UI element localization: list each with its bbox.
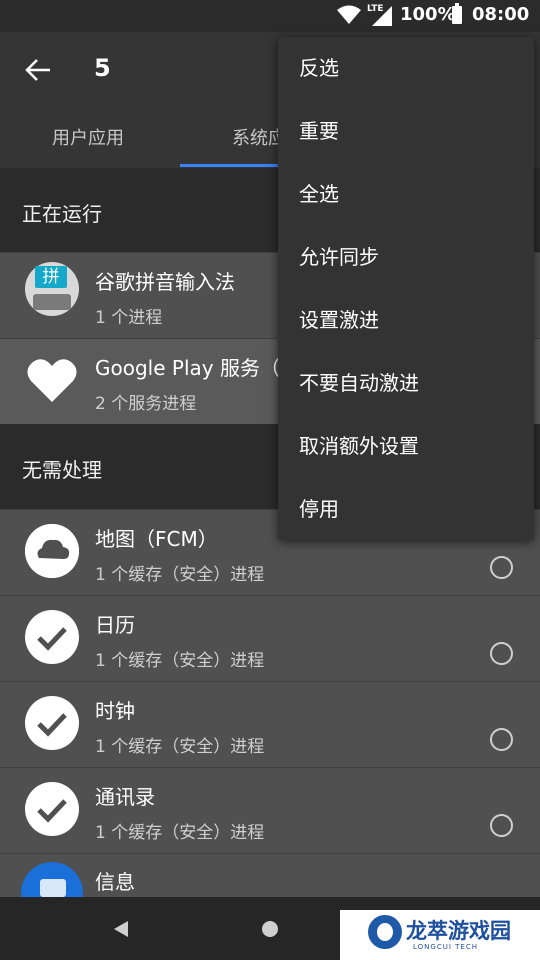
section-title-no-action: 无需处理 bbox=[22, 458, 102, 482]
menu-item-select-all[interactable]: 全选 bbox=[278, 163, 534, 226]
menu-item-disable[interactable]: 停用 bbox=[278, 478, 534, 541]
tab-user-apps[interactable]: 用户应用 bbox=[52, 124, 124, 150]
app-name: Google Play 服务（( bbox=[95, 356, 288, 380]
list-item[interactable] bbox=[0, 767, 540, 853]
clock: 08:00 bbox=[472, 4, 530, 25]
watermark-logo-icon bbox=[368, 915, 402, 949]
message-icon bbox=[21, 862, 83, 897]
app-process-info: 1 个缓存（安全）进程 bbox=[95, 737, 265, 757]
menu-item-invert-selection[interactable]: 反选 bbox=[278, 37, 534, 100]
app-process-info: 1 个进程 bbox=[95, 308, 163, 328]
nav-back-icon[interactable] bbox=[112, 920, 130, 938]
select-radio[interactable] bbox=[490, 556, 513, 579]
select-radio[interactable] bbox=[490, 728, 513, 751]
menu-item-cancel-extra-settings[interactable]: 取消额外设置 bbox=[278, 415, 534, 478]
menu-item-no-auto-aggressive[interactable]: 不要自动激进 bbox=[278, 352, 534, 415]
check-circle-icon bbox=[25, 696, 79, 750]
signal-icon bbox=[372, 6, 392, 26]
pinyin-keyboard-icon: 拼 bbox=[25, 262, 79, 316]
select-radio[interactable] bbox=[490, 814, 513, 837]
tab-indicator bbox=[180, 164, 280, 167]
app-process-info: 1 个缓存（安全）进程 bbox=[95, 651, 265, 671]
list-item[interactable] bbox=[0, 595, 540, 681]
app-name: 时钟 bbox=[95, 699, 135, 723]
select-radio[interactable] bbox=[490, 642, 513, 665]
watermark-subtext: LONGCUI TECH bbox=[413, 943, 478, 951]
page-title: 5 bbox=[94, 54, 111, 82]
app-process-info: 1 个缓存（安全）进程 bbox=[95, 565, 265, 585]
app-name: 谷歌拼音输入法 bbox=[95, 270, 235, 294]
back-arrow-icon[interactable] bbox=[22, 54, 54, 86]
app-name: 信息 bbox=[95, 870, 135, 894]
app-name: 日历 bbox=[95, 613, 135, 637]
app-process-info: 2 个服务进程 bbox=[95, 394, 197, 414]
app-process-info: 1 个缓存（安全）进程 bbox=[95, 823, 265, 843]
battery-icon bbox=[452, 3, 462, 24]
list-item[interactable] bbox=[0, 681, 540, 767]
nav-home-icon[interactable] bbox=[262, 921, 278, 937]
wifi-icon bbox=[337, 5, 361, 24]
menu-item-allow-sync[interactable]: 允许同步 bbox=[278, 226, 534, 289]
cloud-icon bbox=[25, 524, 79, 578]
battery-percent: 100% bbox=[400, 4, 456, 25]
app-name: 通讯录 bbox=[95, 785, 155, 809]
section-title-running: 正在运行 bbox=[22, 202, 102, 226]
menu-item-set-aggressive[interactable]: 设置激进 bbox=[278, 289, 534, 352]
heart-icon bbox=[27, 359, 77, 402]
menu-item-important[interactable]: 重要 bbox=[278, 100, 534, 163]
app-name: 地图（FCM） bbox=[95, 527, 218, 551]
watermark-text: 龙萃游戏园 bbox=[406, 919, 511, 943]
overflow-menu: 反选 重要 全选 允许同步 设置激进 不要自动激进 取消额外设置 停用 bbox=[278, 37, 534, 540]
check-circle-icon bbox=[25, 610, 79, 664]
check-circle-icon bbox=[25, 782, 79, 836]
